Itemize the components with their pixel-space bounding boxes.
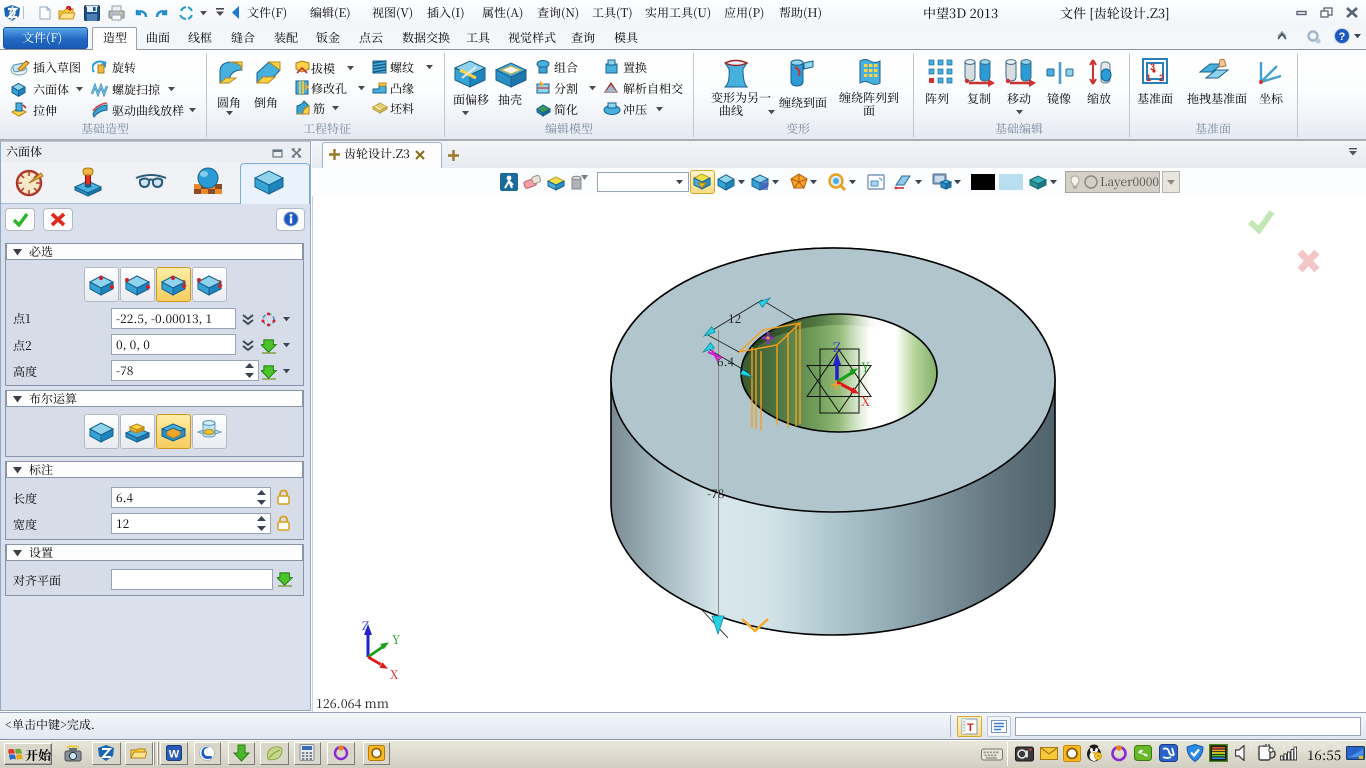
svg-text:6.4: 6.4 xyxy=(717,353,735,370)
svg-text:12: 12 xyxy=(728,310,742,327)
svg-text:Z: Z xyxy=(362,617,369,634)
svg-text:2: 2 xyxy=(1159,73,1164,83)
svg-text:Z: Z xyxy=(833,337,841,356)
svg-text:X: X xyxy=(390,666,399,683)
svg-text:T: T xyxy=(967,722,974,734)
svg-text:X: X xyxy=(861,391,870,410)
svg-text:Y: Y xyxy=(392,631,401,648)
svg-text:W: W xyxy=(169,749,180,761)
svg-text:Y: Y xyxy=(861,357,870,376)
svg-text:1: 1 xyxy=(1146,73,1151,83)
svg-text:-78: -78 xyxy=(707,485,724,502)
svg-text:126.064 mm: 126.064 mm xyxy=(316,694,389,712)
svg-text:?: ? xyxy=(1339,31,1346,43)
